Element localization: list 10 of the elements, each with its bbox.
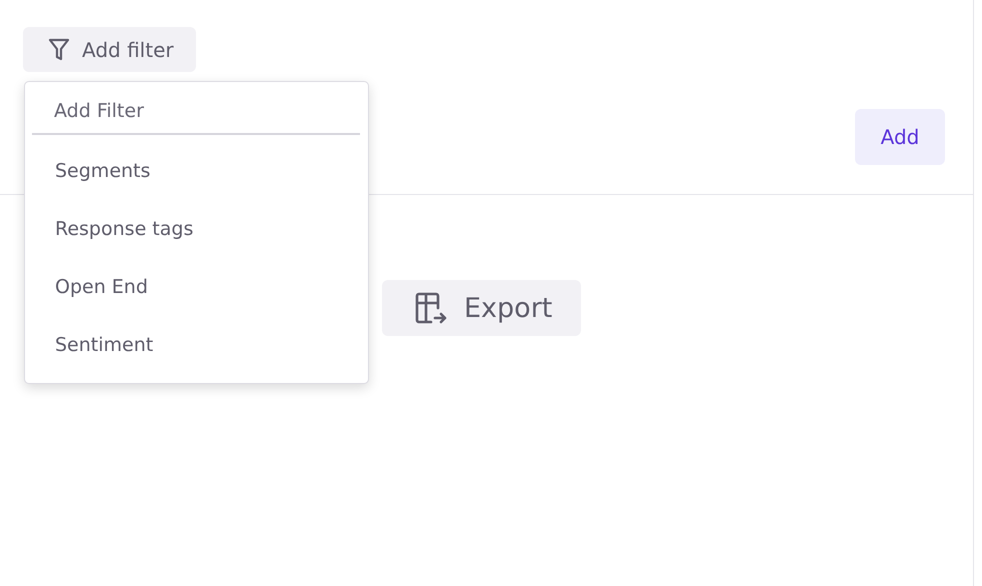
- table-export-icon: [414, 291, 448, 325]
- add-button[interactable]: Add: [855, 109, 945, 165]
- filter-search-field[interactable]: Add Filter: [32, 90, 360, 135]
- filter-option[interactable]: Open End: [32, 265, 360, 323]
- filter-icon: [48, 38, 70, 62]
- filter-option[interactable]: Segments: [32, 149, 360, 207]
- add-filter-button[interactable]: Add filter: [23, 27, 196, 72]
- export-button[interactable]: Export: [382, 280, 582, 336]
- filter-option[interactable]: Sentiment: [32, 323, 360, 381]
- filter-option[interactable]: Response tags: [32, 207, 360, 265]
